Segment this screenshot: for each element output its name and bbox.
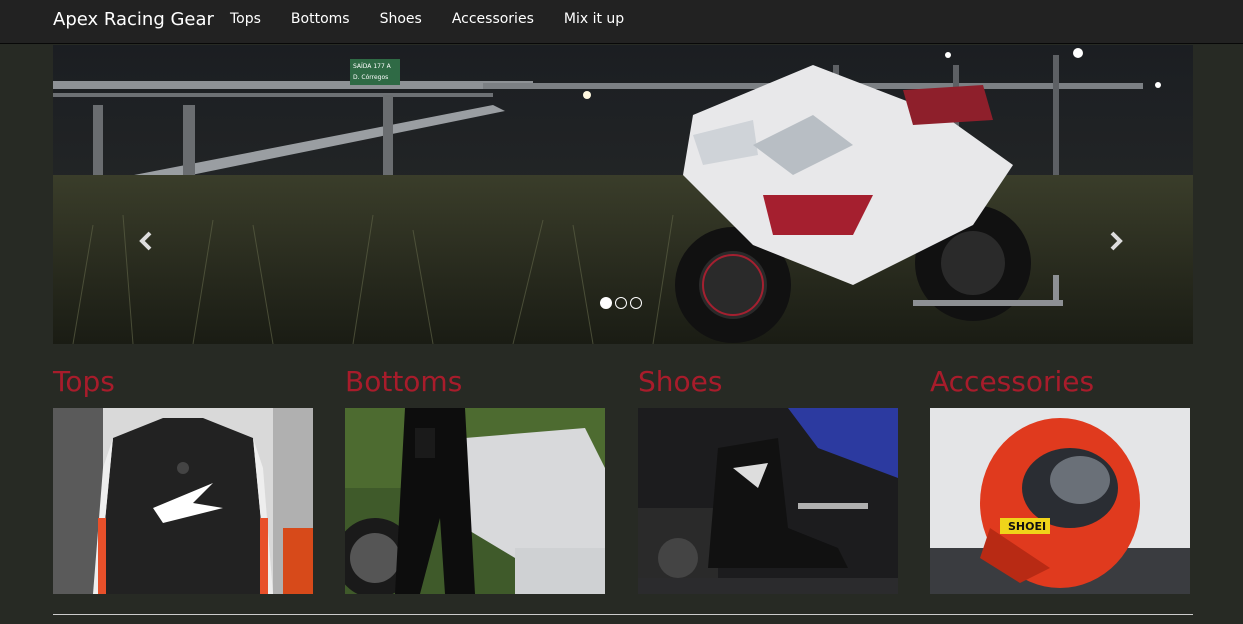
nav-link-tops[interactable]: Tops [215, 0, 276, 38]
nav-link-mix-it-up[interactable]: Mix it up [549, 0, 639, 38]
carousel-indicators [600, 297, 642, 309]
category-image-tops[interactable] [53, 408, 313, 594]
category-image-shoes[interactable] [638, 408, 898, 594]
navbar: Apex Racing Gear Tops Bottoms Shoes Acce… [0, 0, 1243, 44]
category-title-bottoms[interactable]: Bottoms [345, 360, 605, 408]
carousel-indicator-3[interactable] [630, 297, 642, 309]
carousel-next-button[interactable] [1107, 230, 1129, 256]
nav-link-accessories[interactable]: Accessories [437, 0, 549, 38]
category-image-bottoms[interactable] [345, 408, 605, 594]
divider [53, 614, 1193, 615]
category-shoes: Shoes [638, 360, 898, 594]
category-title-tops[interactable]: Tops [53, 360, 313, 408]
chevron-right-icon [1110, 231, 1123, 251]
hero-carousel: SAÍDA 177 A D. Córregos [53, 45, 1193, 344]
category-tops: Tops [53, 360, 313, 594]
nav-link-shoes[interactable]: Shoes [365, 0, 437, 38]
category-bottoms: Bottoms [345, 360, 605, 594]
sign-line-2: D. Córregos [353, 74, 388, 81]
category-title-accessories[interactable]: Accessories [930, 360, 1190, 408]
svg-text:SHOEI: SHOEI [1008, 520, 1046, 533]
chevron-left-icon [139, 231, 152, 251]
nav-menu: Tops Bottoms Shoes Accessories Mix it up [215, 0, 639, 44]
carousel-prev-button[interactable] [137, 230, 159, 256]
category-image-accessories[interactable]: SHOEI [930, 408, 1190, 594]
carousel-indicator-1[interactable] [600, 297, 612, 309]
category-accessories: Accessories SHOEI [930, 360, 1190, 594]
category-title-shoes[interactable]: Shoes [638, 360, 898, 408]
sign-line-1: SAÍDA 177 A [353, 63, 392, 70]
brand-link[interactable]: Apex Racing Gear [53, 9, 214, 30]
carousel-indicator-2[interactable] [615, 297, 627, 309]
nav-link-bottoms[interactable]: Bottoms [276, 0, 365, 38]
